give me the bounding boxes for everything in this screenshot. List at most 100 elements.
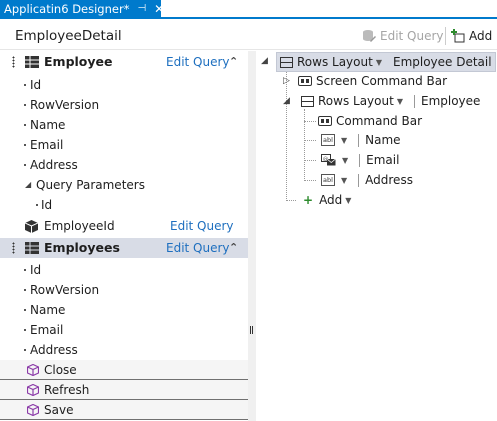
dropdown-arrow-icon[interactable]: ▼ <box>376 58 382 67</box>
add-toolbar-button[interactable]: Add <box>451 25 492 47</box>
property-label: RowVersion <box>30 283 100 297</box>
rows-layout-label: Rows Layout <box>318 94 394 108</box>
collapse-triangle-icon[interactable]: ◢ <box>261 56 268 66</box>
employee-query-name: Employee <box>44 54 113 69</box>
command-label: Close <box>44 363 77 377</box>
text-box-icon: abl <box>321 134 335 146</box>
dropdown-arrow-icon[interactable]: ▼ <box>341 136 347 145</box>
pin-icon[interactable]: ⊣ <box>137 3 146 14</box>
screen-members-pane: Employee Edit Query ⌃ Id RowVersion Name… <box>0 51 248 421</box>
add-icon <box>451 29 465 43</box>
field-node-name[interactable]: abl ▼ Name <box>321 130 401 150</box>
tree-guide-line <box>304 180 316 181</box>
command-bar-icon <box>298 76 312 86</box>
collapse-chevron-icon[interactable]: ⌃ <box>229 241 238 254</box>
tree-guide-line <box>304 109 305 181</box>
tree-guide-line <box>286 200 296 201</box>
tree-guide-line <box>304 160 316 161</box>
screen-title: EmployeeDetail <box>15 28 122 44</box>
parameter-item[interactable]: EmployeeId Edit Query <box>0 216 248 236</box>
property-item[interactable]: Address <box>0 340 248 360</box>
parameter-edit-query-link[interactable]: Edit Query <box>170 219 234 233</box>
expand-triangle-icon[interactable]: ◢ <box>25 180 31 189</box>
root-layout-label: Rows Layout <box>297 55 373 69</box>
property-item[interactable]: Name <box>0 115 248 135</box>
tree-guide-line <box>304 121 316 122</box>
drag-grip-icon[interactable] <box>12 242 15 254</box>
command-bar-node[interactable]: Command Bar <box>318 111 422 131</box>
field-label: Email <box>366 153 400 167</box>
method-cube-icon <box>27 384 39 396</box>
property-label: Id <box>30 263 42 277</box>
employees-query-name: Employees <box>44 240 120 255</box>
add-node[interactable]: + Add ▼ <box>303 190 356 210</box>
property-item[interactable]: Name <box>0 300 248 320</box>
command-refresh[interactable]: Refresh <box>0 380 248 400</box>
tree-guide-line <box>304 140 316 141</box>
property-label: Name <box>30 118 66 132</box>
property-item[interactable]: Id <box>0 75 248 95</box>
text-box-icon: abl <box>321 174 335 186</box>
rows-layout-icon <box>301 95 314 107</box>
tree-guide-line <box>286 71 287 201</box>
employee-query-header[interactable]: Employee Edit Query ⌃ <box>0 52 248 72</box>
method-cube-icon <box>27 404 39 416</box>
collapse-chevron-icon[interactable]: ⌃ <box>229 55 238 68</box>
edit-query-icon <box>362 29 376 43</box>
toolbar-separator <box>445 27 446 45</box>
property-label: Id <box>30 78 42 92</box>
splitter-grip-icon[interactable] <box>250 326 253 334</box>
query-parameters-node[interactable]: ◢ Query Parameters <box>0 175 248 195</box>
property-item[interactable]: RowVersion <box>0 95 248 115</box>
command-bar-label: Command Bar <box>336 114 423 128</box>
dropdown-arrow-icon[interactable]: ▼ <box>341 176 347 185</box>
employees-edit-query-link[interactable]: Edit Query <box>166 241 230 255</box>
property-label: Address <box>30 158 78 172</box>
drag-grip-icon[interactable] <box>12 56 15 68</box>
method-cube-icon <box>27 364 39 376</box>
dropdown-arrow-icon[interactable]: ▼ <box>345 196 351 205</box>
command-close[interactable]: Close <box>0 360 248 380</box>
dropdown-arrow-icon[interactable]: ▼ <box>397 97 403 106</box>
bullet-icon <box>24 164 26 166</box>
command-label: Refresh <box>44 383 90 397</box>
separator <box>359 153 361 167</box>
property-label: Address <box>30 343 78 357</box>
field-node-email[interactable]: @ ▼ Email <box>321 150 399 170</box>
employee-edit-query-link[interactable]: Edit Query <box>166 55 230 69</box>
property-item[interactable]: Address <box>0 155 248 175</box>
designer-tab[interactable]: Applicatin6 Designer* ⊣ ✕ <box>0 0 164 17</box>
edit-query-toolbar-label: Edit Query <box>380 29 444 43</box>
field-label: Name <box>365 133 401 147</box>
dropdown-arrow-icon[interactable]: ▼ <box>342 156 348 165</box>
property-item[interactable]: Email <box>0 135 248 155</box>
field-node-address[interactable]: abl ▼ Address <box>321 170 413 190</box>
bullet-icon <box>24 144 26 146</box>
query-parameter-item[interactable]: Id <box>0 195 248 215</box>
root-rows-layout-node[interactable]: Rows Layout ▼ Employee Detail <box>276 52 496 72</box>
add-toolbar-label: Add <box>469 29 493 43</box>
pane-splitter[interactable] <box>248 51 256 421</box>
screen-command-bar-label: Screen Command Bar <box>316 74 448 88</box>
close-icon[interactable]: ✕ <box>154 2 164 16</box>
command-save[interactable]: Save <box>0 400 248 420</box>
edit-query-toolbar-button[interactable]: Edit Query <box>362 25 444 47</box>
add-node-label: Add <box>319 193 343 207</box>
employees-query-header[interactable]: Employees Edit Query ⌃ <box>0 238 248 258</box>
query-parameters-label: Query Parameters <box>36 178 145 192</box>
rows-layout-node[interactable]: Rows Layout ▼ Employee <box>301 91 480 111</box>
table-icon <box>25 242 39 254</box>
collapse-triangle-icon[interactable]: ◢ <box>283 96 290 106</box>
screen-command-bar-node[interactable]: Screen Command Bar <box>298 71 447 91</box>
table-icon <box>25 56 39 68</box>
query-parameter-label: Id <box>41 198 53 212</box>
property-item[interactable]: Id <box>0 260 248 280</box>
parameter-label: EmployeeId <box>44 219 115 233</box>
content-tree-pane: ◢ Rows Layout ▼ Employee Detail ▷ Screen… <box>256 51 497 421</box>
bullet-icon <box>36 204 38 206</box>
expand-triangle-icon[interactable]: ▷ <box>283 76 290 86</box>
property-item[interactable]: RowVersion <box>0 280 248 300</box>
bullet-icon <box>24 104 26 106</box>
property-item[interactable]: Email <box>0 320 248 340</box>
separator <box>358 133 360 147</box>
